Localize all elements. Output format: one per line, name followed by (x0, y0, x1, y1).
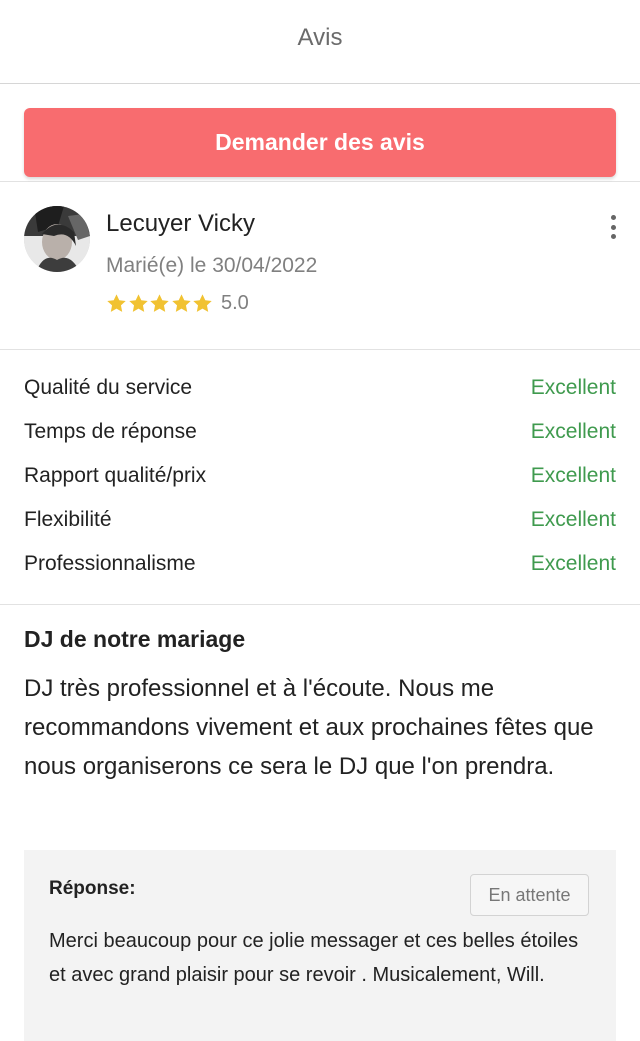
reviewer-name: Lecuyer Vicky (106, 210, 255, 237)
criterion-row: Flexibilité Excellent (24, 505, 616, 535)
criterion-value: Excellent (530, 552, 616, 575)
criterion-value: Excellent (530, 376, 616, 399)
criterion-row: Qualité du service Excellent (24, 373, 616, 403)
star-icon (128, 294, 148, 312)
criteria-list: Qualité du service Excellent Temps de ré… (0, 350, 640, 605)
criterion-row: Rapport qualité/prix Excellent (24, 461, 616, 491)
criterion-label: Professionnalisme (24, 552, 196, 575)
reply-label: Réponse: (49, 878, 136, 899)
criterion-label: Flexibilité (24, 508, 112, 531)
star-icon (193, 294, 213, 312)
review-body: DJ très professionnel et à l'écoute. Nou… (24, 675, 594, 780)
reviewer-header: Lecuyer Vicky Marié(e) le 30/04/2022 5.0 (0, 182, 640, 350)
request-reviews-button[interactable]: Demander des avis (24, 108, 616, 177)
kebab-menu-icon[interactable] (603, 214, 623, 240)
reply-box: Réponse: En attente Merci beaucoup pour … (24, 850, 616, 1041)
rating: 5.0 (106, 292, 249, 315)
rating-value: 5.0 (220, 292, 249, 314)
criterion-label: Qualité du service (24, 376, 193, 399)
criterion-label: Temps de réponse (24, 420, 197, 443)
avatar[interactable] (24, 206, 90, 272)
pending-status-button[interactable]: En attente (470, 874, 589, 916)
top-bar: Avis (0, 0, 640, 84)
star-rating (106, 293, 214, 314)
criterion-label: Rapport qualité/prix (24, 464, 207, 487)
page-title: Avis (297, 23, 343, 51)
review-title: DJ de notre mariage (24, 626, 246, 652)
reply-text: Merci beaucoup pour ce jolie messager et… (49, 930, 579, 986)
criterion-row: Professionnalisme Excellent (24, 549, 616, 579)
married-date: Marié(e) le 30/04/2022 (106, 254, 318, 277)
star-icon (172, 294, 191, 312)
cta-section: Demander des avis (0, 84, 640, 182)
criterion-value: Excellent (530, 420, 616, 443)
criterion-value: Excellent (530, 508, 616, 531)
star-icon (150, 294, 169, 312)
criterion-row: Temps de réponse Excellent (24, 417, 616, 447)
star-icon (107, 294, 126, 312)
criterion-value: Excellent (530, 464, 616, 487)
